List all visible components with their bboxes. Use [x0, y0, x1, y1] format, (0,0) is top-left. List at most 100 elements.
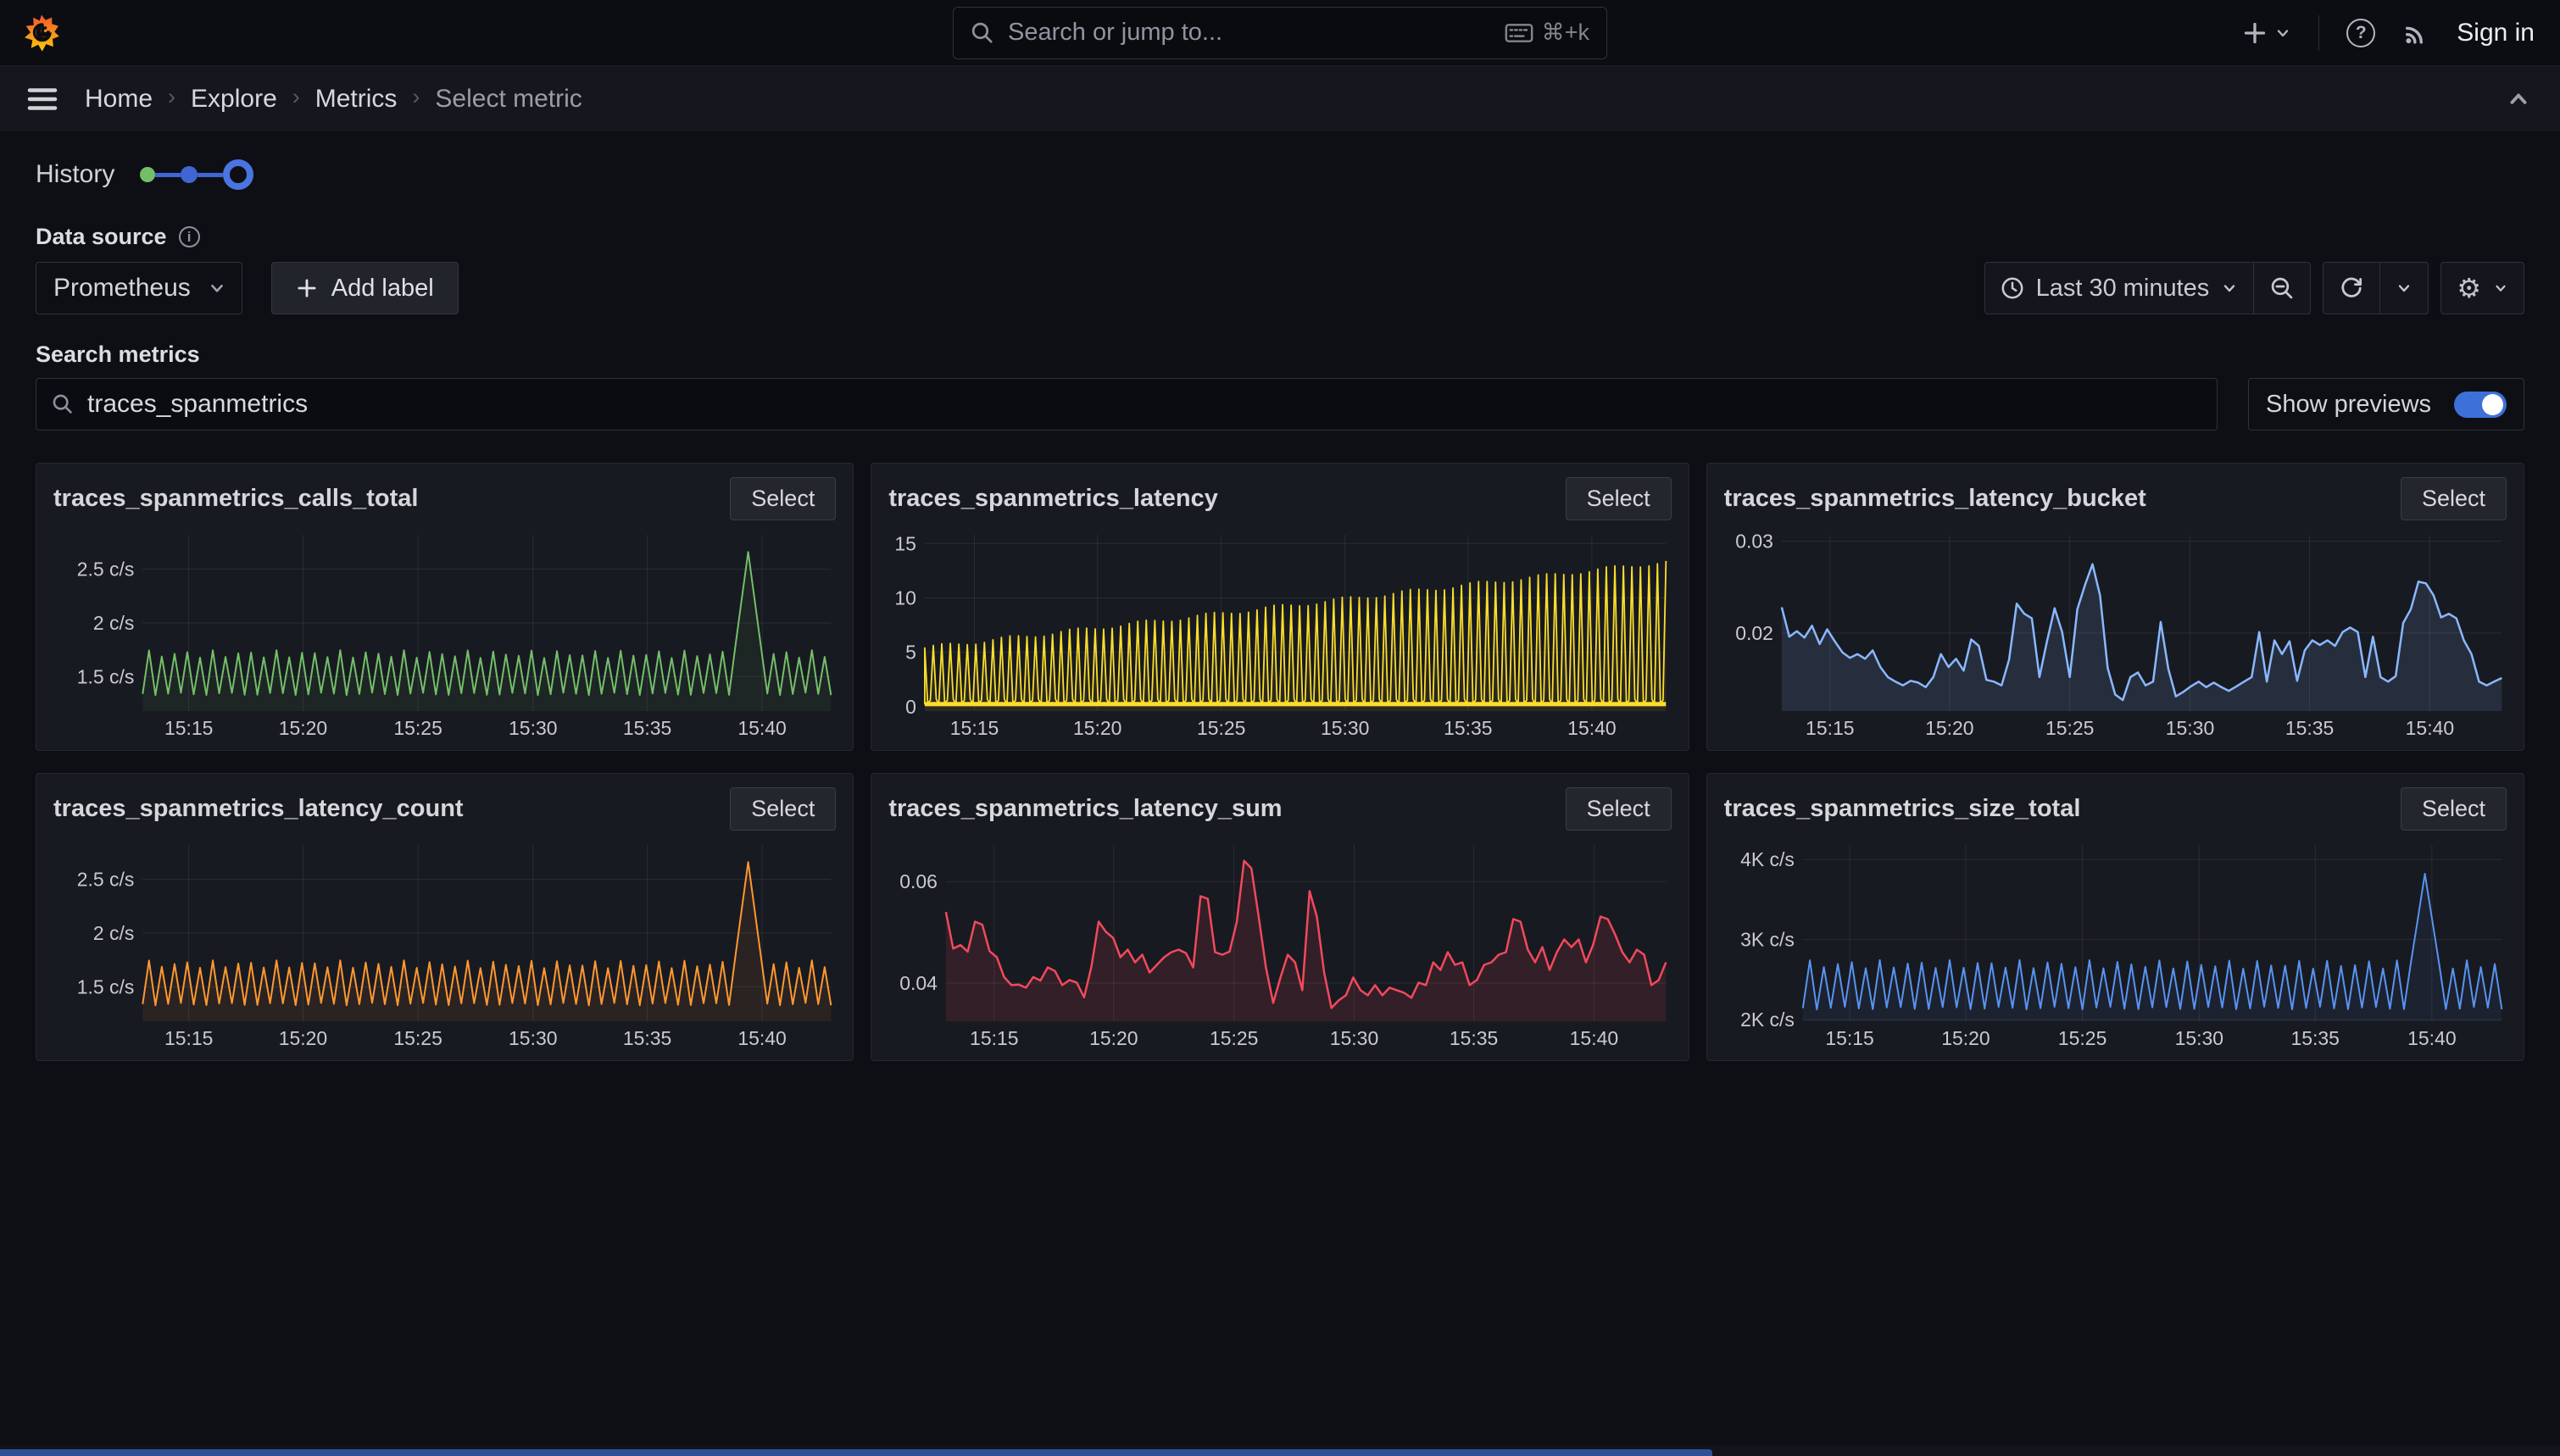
navbar-actions: ? Sign in [2239, 15, 2538, 51]
refresh-interval-dropdown[interactable] [2379, 263, 2428, 314]
global-search-input[interactable]: Search or jump to... ⌘+k [953, 7, 1607, 59]
chevron-down-icon [2221, 280, 2238, 297]
svg-text:15:20: 15:20 [279, 717, 327, 739]
breadcrumb-home[interactable]: Home [85, 85, 153, 114]
svg-text:15:40: 15:40 [737, 1027, 786, 1049]
svg-text:15:35: 15:35 [623, 717, 671, 739]
collapse-header-button[interactable] [2502, 83, 2535, 115]
zoom-out-button[interactable] [2253, 263, 2310, 314]
metrics-search-input[interactable] [87, 390, 2201, 419]
svg-text:15:40: 15:40 [1570, 1027, 1618, 1049]
select-metric-button[interactable]: Select [730, 477, 836, 520]
chevron-down-icon [208, 279, 226, 297]
history-step-dot[interactable] [181, 166, 198, 183]
svg-text:15: 15 [895, 532, 917, 554]
search-icon [971, 21, 994, 45]
card-header: traces_spanmetrics_latency_sum Select [888, 784, 1671, 833]
svg-text:2K c/s: 2K c/s [1740, 1009, 1795, 1031]
svg-text:15:35: 15:35 [2290, 1027, 2339, 1049]
chevron-up-icon [2506, 86, 2531, 112]
metric-preview-card: traces_spanmetrics_latency_count Select … [36, 773, 854, 1061]
add-label-button[interactable]: Add label [271, 262, 459, 314]
select-metric-button[interactable]: Select [1566, 477, 1672, 520]
help-icon: ? [2346, 19, 2375, 47]
help-button[interactable]: ? [2343, 15, 2379, 51]
history-connector [198, 173, 223, 177]
settings-button[interactable]: ⚙ [2441, 263, 2524, 314]
svg-text:15:20: 15:20 [1089, 1027, 1138, 1049]
svg-text:15:30: 15:30 [2174, 1027, 2223, 1049]
svg-text:0.03: 0.03 [1735, 531, 1773, 553]
time-range-picker[interactable]: Last 30 minutes [1985, 263, 2254, 314]
news-button[interactable] [2399, 16, 2433, 50]
metric-name: traces_spanmetrics_latency [888, 485, 1218, 513]
refresh-button[interactable] [2323, 263, 2379, 314]
plus-icon [296, 277, 318, 299]
breadcrumb-separator: › [412, 84, 420, 110]
svg-text:15:15: 15:15 [970, 1027, 1018, 1049]
shortcut-text: ⌘+k [1542, 19, 1589, 46]
metrics-search-field[interactable] [36, 378, 2218, 431]
search-icon [52, 393, 74, 415]
svg-text:2 c/s: 2 c/s [93, 922, 134, 944]
sign-in-link[interactable]: Sign in [2453, 15, 2538, 51]
query-controls-row: Prometheus Add label Last 30 [36, 262, 2524, 314]
svg-text:4K c/s: 4K c/s [1740, 848, 1795, 870]
time-range-value: Last 30 minutes [2036, 275, 2210, 303]
svg-text:5: 5 [905, 642, 916, 664]
metric-name: traces_spanmetrics_size_total [1724, 795, 2081, 823]
metric-preview-chart: 1.5 c/s2 c/s2.5 c/s15:1515:2015:2515:301… [53, 528, 836, 740]
svg-text:1.5 c/s: 1.5 c/s [77, 665, 135, 687]
card-header: traces_spanmetrics_latency Select [888, 474, 1671, 523]
datasource-label: Data source [36, 224, 167, 250]
svg-text:15:25: 15:25 [2058, 1027, 2106, 1049]
svg-text:15:35: 15:35 [623, 1027, 671, 1049]
history-current-step[interactable] [223, 159, 253, 190]
svg-text:15:30: 15:30 [1321, 717, 1369, 739]
chevron-down-icon [2274, 25, 2291, 42]
svg-text:15:15: 15:15 [164, 1027, 213, 1049]
select-metric-button[interactable]: Select [730, 787, 836, 831]
show-previews-toggle[interactable] [2454, 392, 2507, 418]
metric-preview-card: traces_spanmetrics_latency_bucket Select… [1706, 463, 2524, 751]
svg-text:15:35: 15:35 [1450, 1027, 1498, 1049]
svg-text:10: 10 [895, 586, 917, 609]
svg-text:15:15: 15:15 [1806, 717, 1854, 739]
metric-preview-chart: 0.040.0615:1515:2015:2515:3015:3515:40 [888, 838, 1671, 1050]
select-metric-button[interactable]: Select [1566, 787, 1672, 831]
svg-text:15:25: 15:25 [393, 1027, 442, 1049]
card-header: traces_spanmetrics_latency_count Select [53, 784, 836, 833]
svg-text:15:20: 15:20 [279, 1027, 327, 1049]
svg-text:15:20: 15:20 [1925, 717, 1973, 739]
add-menu-button[interactable] [2239, 17, 2295, 49]
history-connector [155, 173, 181, 177]
svg-text:15:20: 15:20 [1941, 1027, 1990, 1049]
datasource-picker[interactable]: Prometheus [36, 262, 242, 314]
metric-preview-chart: 05101515:1515:2015:2515:3015:3515:40 [888, 528, 1671, 740]
breadcrumb-explore[interactable]: Explore [191, 85, 277, 114]
history-step-dot[interactable] [140, 167, 155, 182]
info-icon[interactable]: i [179, 226, 200, 247]
metric-preview-grid: traces_spanmetrics_calls_total Select 1.… [36, 463, 2524, 1061]
svg-text:15:40: 15:40 [1568, 717, 1617, 739]
metric-preview-card: traces_spanmetrics_latency Select 0 5 10 15… [871, 463, 1689, 751]
menu-toggle-button[interactable] [25, 85, 59, 114]
bottom-notification-bar [0, 1449, 1712, 1456]
svg-text:15:40: 15:40 [737, 717, 786, 739]
metric-name: traces_spanmetrics_latency_bucket [1724, 485, 2146, 513]
grafana-logo[interactable] [22, 14, 61, 53]
search-placeholder: Search or jump to... [1008, 19, 1491, 47]
svg-text:0: 0 [905, 696, 916, 718]
metric-preview-card: traces_spanmetrics_size_total Select 2K … [1706, 773, 2524, 1061]
breadcrumb-separator: › [168, 84, 175, 110]
show-previews-label: Show previews [2266, 391, 2431, 419]
plus-icon [2242, 20, 2268, 46]
svg-text:15:40: 15:40 [2405, 717, 2453, 739]
breadcrumb-metrics[interactable]: Metrics [315, 85, 398, 114]
select-metric-button[interactable]: Select [2401, 787, 2507, 831]
breadcrumb-current: Select metric [435, 85, 582, 114]
svg-text:15:35: 15:35 [1444, 717, 1492, 739]
metric-preview-chart: 1.5 c/s2 c/s2.5 c/s15:1515:2015:2515:301… [53, 838, 836, 1050]
select-metric-button[interactable]: Select [2401, 477, 2507, 520]
metric-preview-chart: 0.020.0315:1515:2015:2515:3015:3515:40 [1724, 528, 2507, 740]
